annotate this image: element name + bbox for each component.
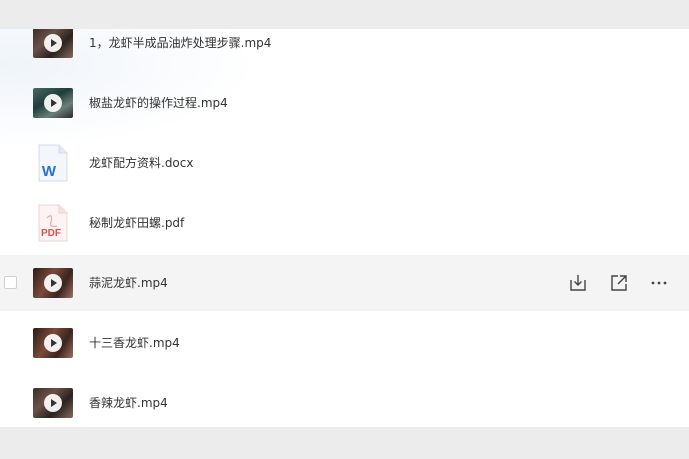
pdf-icon-label: PDF <box>41 228 61 239</box>
video-thumbnail <box>33 29 73 58</box>
share-icon <box>611 275 627 291</box>
file-name[interactable]: 椒盐龙虾的操作过程.mp4 <box>89 94 228 112</box>
file-name[interactable]: 香辣龙虾.mp4 <box>89 394 168 412</box>
list-item[interactable]: 1，龙虾半成品油炸处理步骤.mp4 <box>0 29 689 71</box>
pdf-file-icon: PDF <box>38 204 68 242</box>
list-item[interactable]: 椒盐龙虾的操作过程.mp4 <box>0 75 689 131</box>
list-item[interactable]: 香辣龙虾.mp4 <box>0 375 689 427</box>
play-icon <box>44 274 62 292</box>
download-button[interactable] <box>567 272 589 294</box>
play-icon <box>44 394 62 412</box>
file-list: 1，龙虾半成品油炸处理步骤.mp4 椒盐龙虾的操作过程.mp4 W 龙虾配方资料… <box>0 29 689 427</box>
file-name[interactable]: 十三香龙虾.mp4 <box>89 334 180 352</box>
more-icon <box>651 281 667 285</box>
list-item[interactable]: W 龙虾配方资料.docx <box>0 135 689 191</box>
file-name[interactable]: 龙虾配方资料.docx <box>89 154 193 172</box>
row-checkbox[interactable] <box>4 276 17 289</box>
word-file-icon: W <box>38 144 68 182</box>
play-icon <box>44 94 62 112</box>
share-button[interactable] <box>608 272 630 294</box>
download-icon <box>570 275 586 291</box>
list-item-hovered[interactable]: 蒜泥龙虾.mp4 <box>0 255 689 311</box>
word-icon-letter: W <box>42 163 57 180</box>
file-name[interactable]: 1，龙虾半成品油炸处理步骤.mp4 <box>89 34 271 52</box>
video-thumbnail <box>33 268 73 298</box>
video-thumbnail <box>33 328 73 358</box>
play-icon <box>44 34 62 52</box>
list-item[interactable]: 十三香龙虾.mp4 <box>0 315 689 371</box>
play-icon <box>44 334 62 352</box>
file-name[interactable]: 蒜泥龙虾.mp4 <box>89 274 168 292</box>
file-name[interactable]: 秘制龙虾田螺.pdf <box>89 214 184 232</box>
more-button[interactable] <box>648 272 670 294</box>
video-thumbnail <box>33 388 73 418</box>
list-item[interactable]: PDF 秘制龙虾田螺.pdf <box>0 195 689 251</box>
video-thumbnail <box>33 88 73 118</box>
